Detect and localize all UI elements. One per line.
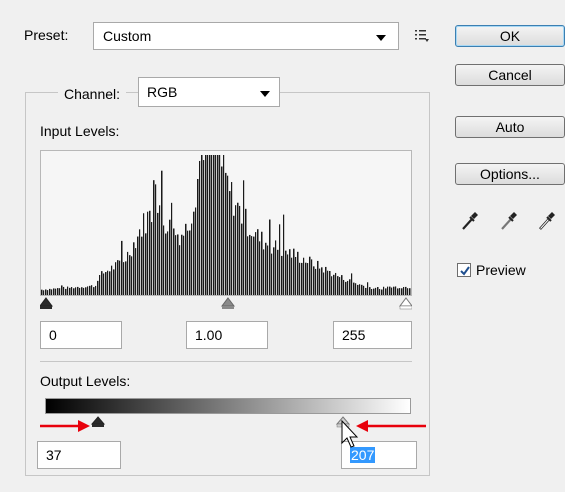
red-arrow-left-icon	[356, 420, 426, 432]
annotation-overlay	[40, 419, 426, 448]
mouse-cursor-icon	[341, 419, 359, 448]
red-arrow-right-icon	[40, 420, 90, 432]
